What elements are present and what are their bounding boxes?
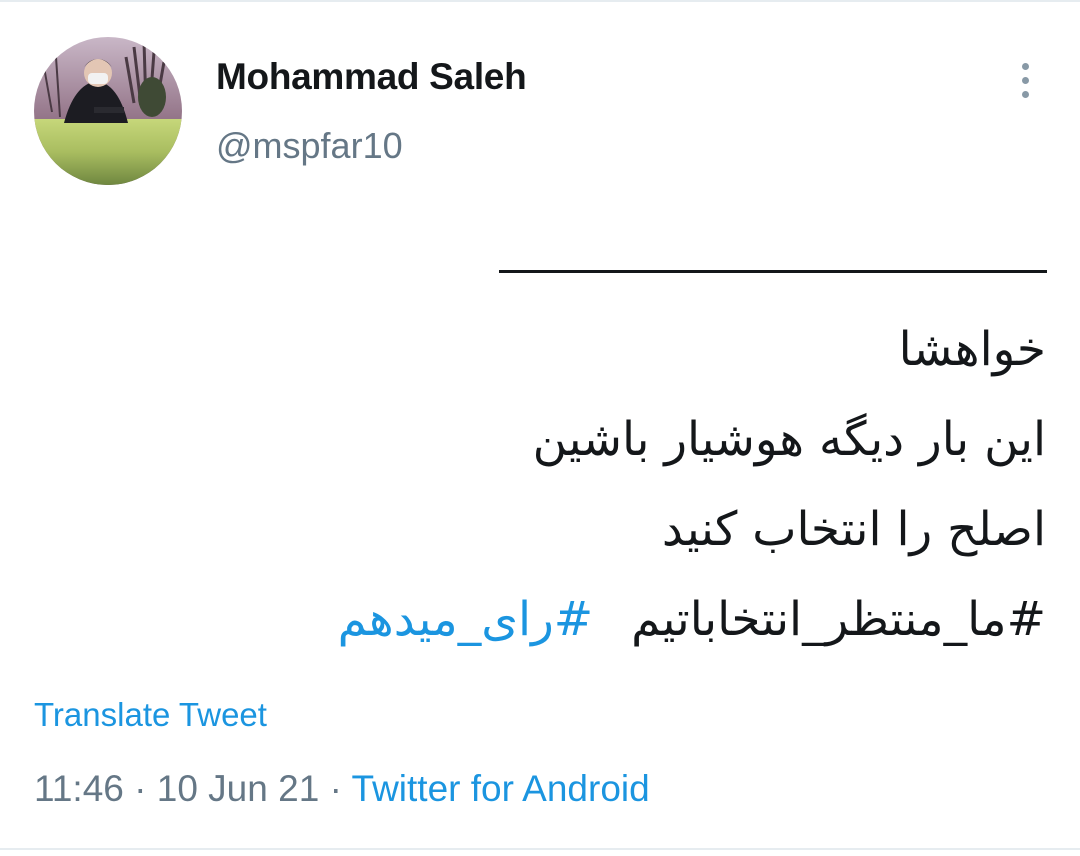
tweet-source-link[interactable]: Twitter for Android — [352, 768, 650, 809]
meta-separator: · — [329, 768, 342, 809]
tweet-text: خواهشا این بار دیگه هوشیار باشین اصلح را… — [86, 305, 1046, 665]
author-handle[interactable]: @mspfar10 — [216, 125, 403, 167]
tweet-time: 11:46 — [34, 768, 124, 809]
translate-tweet-link[interactable]: Translate Tweet — [34, 696, 267, 734]
tweet-line: اصلح را انتخاب کنید — [661, 502, 1046, 557]
top-border — [0, 0, 1080, 2]
more-vertical-icon — [1021, 76, 1029, 84]
avatar[interactable] — [34, 37, 182, 185]
tweet-date: 10 Jun 21 — [156, 768, 320, 809]
tweet-divider-line — [499, 270, 1047, 273]
author-display-name[interactable]: Mohammad Saleh — [216, 56, 527, 98]
hashtag-link[interactable]: #ما_منتظر_انتخاباتیم — [631, 592, 1046, 647]
tweet-hashtags-line: #ما_منتظر_انتخاباتیم #رای_میدهم — [86, 575, 1046, 665]
tweet-meta: 11:46 · 10 Jun 21 · Twitter for Android — [34, 768, 650, 810]
more-vertical-icon — [1021, 62, 1029, 70]
bottom-border — [0, 848, 1080, 850]
meta-separator: · — [134, 768, 147, 809]
more-vertical-icon — [1021, 90, 1029, 98]
hashtag-link[interactable]: #رای_میدهم — [338, 592, 594, 647]
tweet-line: این بار دیگه هوشیار باشین — [532, 412, 1046, 467]
tweet-line: خواهشا — [898, 322, 1046, 377]
more-options-button[interactable] — [1006, 58, 1044, 102]
avatar-photo-icon — [34, 37, 182, 185]
